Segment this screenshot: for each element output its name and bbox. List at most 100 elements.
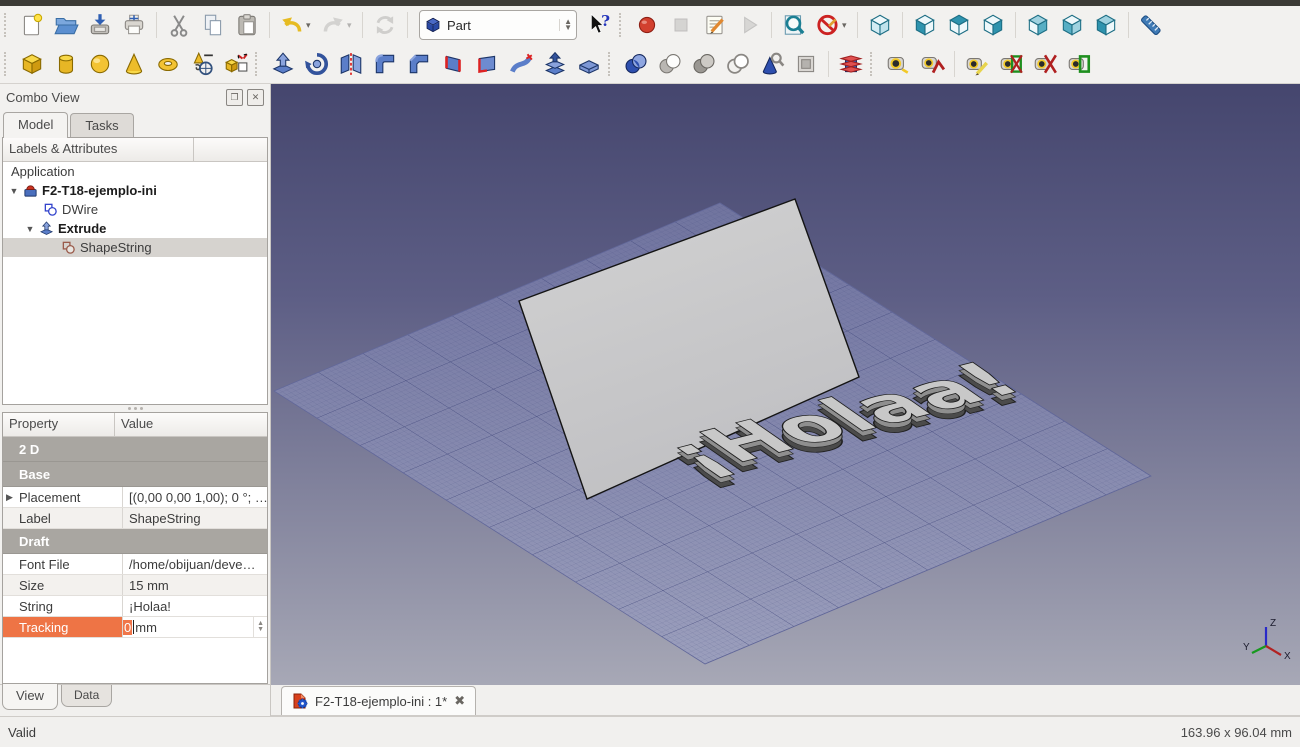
tree-item-document[interactable]: ▼ F2-T18-ejemplo-ini: [3, 181, 267, 200]
group-2d[interactable]: 2 D: [3, 437, 267, 462]
defeaturing-button[interactable]: [789, 48, 823, 80]
panel-splitter[interactable]: [0, 405, 270, 412]
copy-button[interactable]: [196, 9, 230, 41]
zoom-fit-button[interactable]: [777, 9, 811, 41]
size-value[interactable]: 15 mm: [123, 575, 267, 595]
check-geometry-button[interactable]: [755, 48, 789, 80]
placement-value[interactable]: [(0,00 0,00 1,00); 0 °; …: [123, 487, 267, 507]
open-document-button[interactable]: [49, 9, 83, 41]
undo-dropdown[interactable]: ▾: [306, 20, 316, 31]
whats-this-button[interactable]: ?: [583, 9, 617, 41]
measure-toggle-all-button[interactable]: [994, 48, 1028, 80]
part-ruled-surface-button[interactable]: [436, 48, 470, 80]
value-column-header[interactable]: Value: [115, 413, 267, 436]
float-panel-icon[interactable]: ❐: [226, 88, 243, 106]
measure-angular-button[interactable]: [915, 48, 949, 80]
expander-icon[interactable]: ▶: [6, 492, 13, 503]
label-value[interactable]: ShapeString: [123, 508, 267, 528]
part-loft-button[interactable]: [504, 48, 538, 80]
part-box-button[interactable]: [15, 48, 49, 80]
macro-record-button[interactable]: [630, 9, 664, 41]
boolean-section-button[interactable]: [721, 48, 755, 80]
toolbar-grip[interactable]: [870, 51, 877, 76]
3d-viewport[interactable]: ¡Holaa! ¡Holaa! ¡Holaa! Z Y X: [271, 84, 1300, 685]
macro-stop-button[interactable]: [664, 9, 698, 41]
view-right-button[interactable]: [976, 9, 1010, 41]
measure-toggle-3d-button[interactable]: [1028, 48, 1062, 80]
workbench-dropdown-arrows[interactable]: ▲ ▼: [559, 18, 572, 32]
cut-button[interactable]: [162, 9, 196, 41]
expander-icon[interactable]: ▼: [9, 186, 19, 196]
part-primitives-button[interactable]: [185, 48, 219, 80]
toolbar-grip[interactable]: [255, 51, 262, 76]
spinner-arrows-icon[interactable]: ▲ ▼: [253, 617, 267, 637]
fontfile-value[interactable]: /home/obijuan/deve…: [123, 554, 267, 574]
redo-button[interactable]: [316, 9, 350, 41]
view-rear-button[interactable]: [1021, 9, 1055, 41]
part-cylinder-button[interactable]: [49, 48, 83, 80]
part-fillet-button[interactable]: [368, 48, 402, 80]
part-thickness-button[interactable]: [572, 48, 606, 80]
workbench-selector[interactable]: Part ▲ ▼: [419, 10, 577, 40]
part-sphere-button[interactable]: [83, 48, 117, 80]
property-row-placement[interactable]: ▶ Placement [(0,00 0,00 1,00); 0 °; …: [3, 487, 267, 508]
part-torus-button[interactable]: [151, 48, 185, 80]
tree-header[interactable]: Labels & Attributes: [3, 138, 194, 161]
toolbar-grip[interactable]: [608, 51, 615, 76]
property-column-header[interactable]: Property: [3, 413, 115, 436]
measure-linear-button[interactable]: [881, 48, 915, 80]
string-value[interactable]: ¡Holaa!: [123, 596, 267, 616]
undo-button[interactable]: [275, 9, 309, 41]
paste-button[interactable]: [230, 9, 264, 41]
cross-sections-button[interactable]: [834, 48, 868, 80]
print-button[interactable]: [117, 9, 151, 41]
boolean-union-button[interactable]: [619, 48, 653, 80]
boolean-common-button[interactable]: [653, 48, 687, 80]
tab-model[interactable]: Model: [3, 112, 69, 138]
part-chamfer-button[interactable]: [402, 48, 436, 80]
view-left-button[interactable]: [1089, 9, 1123, 41]
tree-item-extrude[interactable]: ▼ Extrude: [3, 219, 267, 238]
toolbar-grip[interactable]: [4, 51, 11, 76]
property-row-fontfile[interactable]: Font File /home/obijuan/deve…: [3, 554, 267, 575]
tab-view[interactable]: View: [2, 684, 58, 710]
tracking-spinbox[interactable]: 0 mm ▲ ▼: [123, 617, 267, 637]
measure-clear-button[interactable]: [1062, 48, 1096, 80]
tracking-value[interactable]: 0: [123, 619, 133, 635]
tree-item-application[interactable]: Application: [3, 162, 267, 181]
view-front-button[interactable]: [908, 9, 942, 41]
property-row-tracking[interactable]: Tracking 0 mm ▲ ▼: [3, 617, 267, 638]
measure-button[interactable]: [1134, 9, 1168, 41]
view-top-button[interactable]: [942, 9, 976, 41]
refresh-button[interactable]: [368, 9, 402, 41]
macro-edit-button[interactable]: [698, 9, 732, 41]
part-extrude-button[interactable]: [266, 48, 300, 80]
new-document-button[interactable]: [15, 9, 49, 41]
tree-item-dwire[interactable]: DWire: [3, 200, 267, 219]
property-row-size[interactable]: Size 15 mm: [3, 575, 267, 596]
toolbar-grip[interactable]: [4, 13, 11, 37]
view-isometric-button[interactable]: [863, 9, 897, 41]
save-button[interactable]: [83, 9, 117, 41]
view-bottom-button[interactable]: [1055, 9, 1089, 41]
macro-play-button[interactable]: [732, 9, 766, 41]
document-tab[interactable]: F2-T18-ejemplo-ini : 1* ✖: [281, 686, 477, 715]
toolbar-grip[interactable]: [619, 13, 626, 37]
tree-item-shapestring[interactable]: ShapeString: [3, 238, 267, 257]
part-make-face-button[interactable]: [470, 48, 504, 80]
group-base[interactable]: Base: [3, 462, 267, 487]
expander-icon[interactable]: ▼: [25, 224, 35, 234]
part-shapebuilder-button[interactable]: [219, 48, 253, 80]
draw-style-button[interactable]: [811, 9, 845, 41]
part-revolve-button[interactable]: [300, 48, 334, 80]
tab-tasks[interactable]: Tasks: [70, 113, 134, 137]
part-sweep-button[interactable]: [538, 48, 572, 80]
redo-dropdown[interactable]: ▾: [347, 20, 357, 31]
close-panel-icon[interactable]: ✕: [247, 88, 264, 106]
close-tab-icon[interactable]: ✖: [454, 693, 465, 709]
part-cone-button[interactable]: [117, 48, 151, 80]
property-row-label[interactable]: Label ShapeString: [3, 508, 267, 529]
property-row-string[interactable]: String ¡Holaa!: [3, 596, 267, 617]
part-mirror-button[interactable]: [334, 48, 368, 80]
draw-style-dropdown[interactable]: ▾: [842, 20, 852, 31]
